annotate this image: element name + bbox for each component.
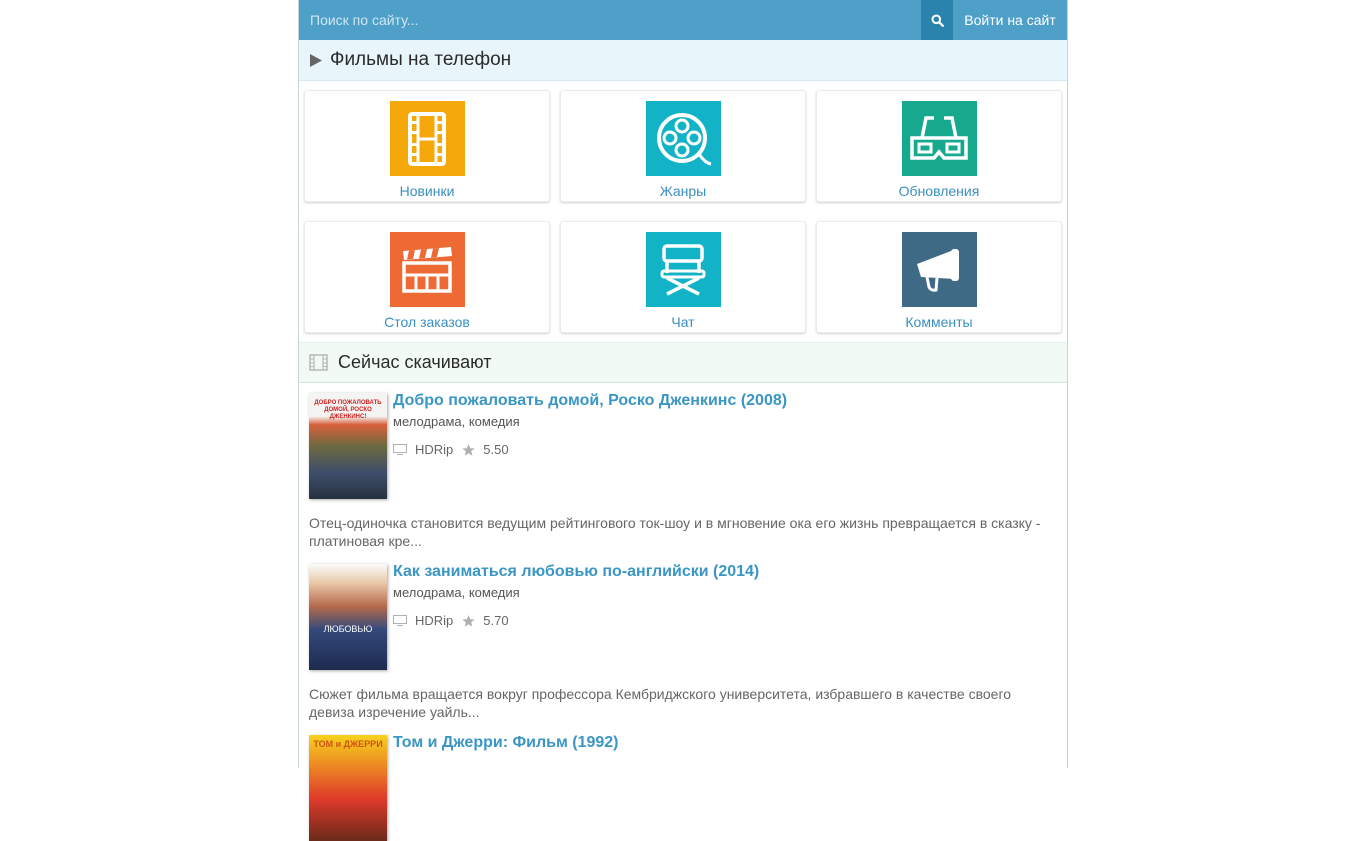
search-icon (931, 14, 944, 27)
login-button[interactable]: Войти на сайт (953, 0, 1067, 40)
movie-item: ТОМ и ДЖЕРРИ Том и Джерри: Фильм (1992) (299, 721, 1067, 841)
poster-caption: ЛЮБОВЬЮ (323, 624, 373, 634)
tile-label: Новинки (399, 183, 455, 199)
movie-title[interactable]: Добро пожаловать домой, Роско Дженкинс (… (393, 393, 787, 409)
poster-caption: ТОМ и ДЖЕРРИ (313, 739, 383, 749)
tile-orders[interactable]: Стол заказов (304, 221, 550, 333)
section-title: Сейчас скачивают (338, 352, 492, 372)
movie-rating: 5.50 (483, 442, 509, 457)
tile-icon-box (645, 101, 721, 176)
star-icon (462, 443, 475, 456)
tile-icon-box (645, 232, 721, 307)
play-arrow-icon (310, 53, 322, 67)
monitor-icon (393, 444, 407, 455)
movie-poster[interactable]: ЛЮБОВЬЮ (309, 564, 387, 670)
clapperboard-icon (402, 246, 452, 293)
movie-genre: мелодрама, комедия (393, 414, 520, 429)
tile-genres[interactable]: Жанры (560, 90, 806, 202)
movie-poster[interactable]: ДОБРО ПОЖАЛОВАТЬ ДОМОЙ, РОСКО ДЖЕНКИНС! (309, 393, 387, 499)
3d-glasses-icon (910, 115, 968, 160)
top-bar: Войти на сайт (299, 0, 1067, 40)
tile-comments[interactable]: Комменты (816, 221, 1062, 333)
tile-icon-box (389, 101, 465, 176)
movie-poster[interactable]: ТОМ и ДЖЕРРИ (309, 735, 387, 841)
movie-item: ДОБРО ПОЖАЛОВАТЬ ДОМОЙ, РОСКО ДЖЕНКИНС! … (299, 383, 1067, 550)
star-icon (462, 614, 475, 627)
section-header-downloading: Сейчас скачивают (299, 342, 1067, 383)
search-input[interactable] (299, 0, 921, 40)
movie-item: ЛЮБОВЬЮ Как заниматься любовью по-англий… (299, 550, 1067, 721)
tile-label: Жанры (659, 183, 707, 199)
page-container: Войти на сайт Фильмы на телефон Новинки (298, 0, 1068, 841)
director-chair-icon (660, 243, 706, 296)
tile-chat[interactable]: Чат (560, 221, 806, 333)
movie-quality: HDRip (415, 613, 454, 628)
tile-label: Стол заказов (384, 314, 470, 330)
tile-label: Чат (671, 314, 695, 330)
tile-label: Обновления (898, 183, 980, 199)
movie-title[interactable]: Том и Джерри: Фильм (1992) (393, 735, 619, 751)
megaphone-icon (917, 248, 959, 292)
film-reel-icon (657, 112, 712, 165)
movie-genre: мелодрама, комедия (393, 585, 520, 600)
movie-quality: HDRip (415, 442, 454, 457)
poster-caption: ДОБРО ПОЖАЛОВАТЬ ДОМОЙ, РОСКО ДЖЕНКИНС! (314, 400, 382, 420)
film-strip-icon (408, 111, 446, 166)
category-grid: Новинки Жанры Обновления Стол заказов Ча… (299, 81, 1067, 352)
tile-updates[interactable]: Обновления (816, 90, 1062, 202)
section-title: Фильмы на телефон (330, 49, 512, 70)
movie-description: Отец-одиночка становится ведущим рейтинг… (309, 515, 1041, 549)
tile-new[interactable]: Новинки (304, 90, 550, 202)
tile-icon-box (901, 101, 977, 176)
tile-label: Комменты (905, 314, 973, 330)
tile-icon-box (389, 232, 465, 307)
section-header-movies: Фильмы на телефон (299, 40, 1067, 81)
film-icon (309, 354, 328, 371)
search-button[interactable] (921, 0, 953, 40)
tile-icon-box (901, 232, 977, 307)
movie-description: Сюжет фильма вращается вокруг профессора… (309, 686, 1012, 720)
monitor-icon (393, 615, 407, 626)
movie-title[interactable]: Как заниматься любовью по-английски (201… (393, 564, 759, 580)
movie-rating: 5.70 (483, 613, 509, 628)
